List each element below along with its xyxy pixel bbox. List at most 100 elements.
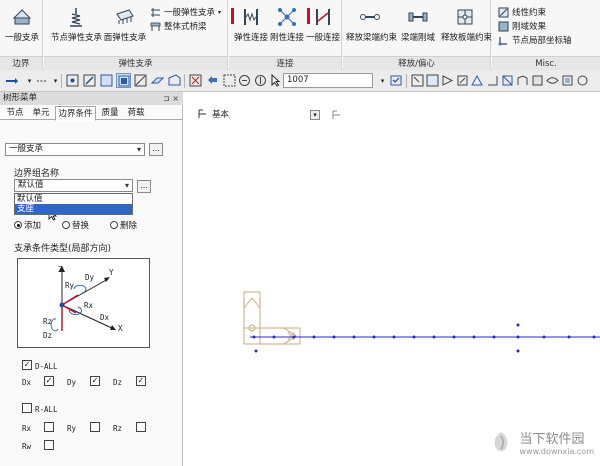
rotate-icon[interactable] [455,73,470,88]
pointer-icon[interactable] [268,73,283,88]
pin-close-icons[interactable]: ⊐ × [163,92,179,105]
rx-checkbox[interactable] [44,422,54,432]
boundary-group-label: 边界组名称 [14,169,60,179]
watermark-text: 当下软件园 [519,431,585,447]
chevron-down-icon[interactable]: ▾ [375,73,390,88]
zoom-box-icon[interactable] [425,73,440,88]
select-poly-icon[interactable] [116,73,131,88]
general-support-button[interactable]: 一般支承 [3,6,41,43]
panel-title-bar: 树形菜单 ⊐ × [0,92,183,105]
group-label-release: 释放/偏心 [343,56,490,70]
node-elastic-support-button[interactable]: 节点弹性支承 [51,6,102,43]
beam-offset-icon [408,12,428,22]
rz-checkbox[interactable] [136,422,146,432]
radio-replace[interactable] [62,221,70,229]
dx-checkbox[interactable]: ✓ [44,376,54,386]
boundary-group-select[interactable]: 默认值 ▾ [14,179,133,192]
rigid-link-button[interactable]: 刚性连接 [269,6,305,43]
r-all-checkbox[interactable] [22,403,32,413]
ribbon-group-misc: 线性约束 刚域效果 节点局部坐标轴 Misc. [492,0,600,70]
radio-delete[interactable] [110,221,118,229]
select-element-icon[interactable] [82,73,97,88]
option-replace[interactable]: 替换 [62,219,89,231]
rw-checkbox[interactable] [44,440,54,450]
node-local-axis-button[interactable]: 节点局部坐标轴 [498,34,572,46]
dx-check-label: Dx [22,378,32,387]
toolbar-separator [406,74,407,88]
linear-constraint-icon [498,7,509,17]
elastic-link-icon [244,9,258,25]
pan-icon[interactable] [440,73,455,88]
tab-element[interactable]: 单元 [29,106,53,120]
radio-add[interactable] [14,221,22,229]
plate-end-release-button[interactable]: 释放板端约束 [441,6,492,43]
beam-end-release-button[interactable]: 释放梁端约束 [346,6,397,43]
ry-checkbox[interactable] [90,422,100,432]
tab-node[interactable]: 节点 [3,106,27,120]
apply-selection-icon[interactable] [389,73,404,88]
option-add[interactable]: 添加 [14,219,41,231]
dropdown-option-bearing[interactable]: 支座 [15,204,132,214]
elastic-link-button[interactable]: 弹性连接 [233,6,269,43]
hidden-view-icon[interactable] [545,73,560,88]
integral-bridge-label: 整体式桥梁 [164,22,207,32]
rz-check-label: Rz [113,424,123,433]
select-previous-icon[interactable] [205,73,220,88]
axis-z-label: Z [58,265,63,274]
watermark: 当下软件园 www.downxia.com [487,430,594,458]
select-intersect-icon[interactable] [133,73,148,88]
support-type-more-button[interactable]: ... [149,143,163,156]
shrink-view-icon[interactable] [575,73,590,88]
beam-release-icon [360,14,380,20]
unselect-icon[interactable] [188,73,203,88]
zoom-window-icon[interactable] [410,73,425,88]
beam-end-offset-button[interactable]: 梁端刚域 [395,6,441,43]
render-view-icon[interactable] [560,73,575,88]
select-plane-icon[interactable] [150,73,165,88]
option-delete-label: 删除 [120,221,138,231]
integral-bridge-button[interactable]: 整体式桥梁 [150,20,207,32]
option-replace-label: 替换 [72,221,90,231]
tab-mass[interactable]: 质量 [98,106,122,120]
node-number-input[interactable]: 1007 [283,73,373,88]
rigid-zone-effect-button[interactable]: 刚域效果 [498,20,546,32]
boundary-group-more-button[interactable]: ... [137,180,151,193]
general-link-icon [316,9,330,25]
dx-label: Dx [100,313,110,322]
tab-boundary[interactable]: 边界条件 [55,106,96,121]
tab-load[interactable]: 荷载 [124,106,148,120]
axis-y-label: Y [109,268,114,277]
support-type-select[interactable]: 一般支承 ▾ [5,143,145,156]
dy-checkbox[interactable]: ✓ [90,376,100,386]
dash-line-icon[interactable] [34,73,49,88]
fit-view-icon[interactable] [470,73,485,88]
select-node-icon[interactable] [65,73,80,88]
side-view-icon[interactable] [515,73,530,88]
dz-label: Dz [43,331,53,340]
general-link-button[interactable]: 一般连接 [305,6,341,43]
general-elastic-support-button[interactable]: 一般弹性支承 ▾ [150,6,221,18]
option-delete[interactable]: 删除 [110,219,137,231]
group-label-boundary: 边界 [0,56,42,70]
iso-view-icon[interactable] [485,73,500,88]
tree-menu-panel: 树形菜单 ⊐ × 节点 单元 边界条件 质量 荷载 一般支承 ▾ ... 边界组… [0,92,183,466]
d-all-checkbox[interactable]: ✓ [22,360,32,370]
rw-check-label: Rw [22,442,32,451]
chevron-down-icon: ▾ [124,181,129,190]
select-all-icon[interactable] [222,73,237,88]
group-label-misc: Misc. [492,56,600,70]
select-by-property-icon[interactable] [253,73,268,88]
select-window-icon[interactable] [99,73,114,88]
linear-constraint-button[interactable]: 线性约束 [498,6,546,18]
select-volume-icon[interactable] [167,73,182,88]
line-style-icon[interactable] [4,73,19,88]
surface-elastic-support-button[interactable]: 面弹性支承 [103,6,147,43]
local-axis-icon [498,36,507,45]
dropdown-option-default[interactable]: 默认值 [15,194,132,204]
dz-checkbox[interactable]: ✓ [136,376,146,386]
front-view-icon[interactable] [500,73,515,88]
top-view-icon[interactable] [530,73,545,88]
ribbon: 一般支承 边界 节点弹性支承 面弹性支承 一般弹性支承 ▾ 整体式桥梁 弹性支承… [0,0,600,70]
select-identity-icon[interactable] [237,73,252,88]
model-canvas[interactable]: 基本 ▾ 当下软件园 www.downxia.com [184,92,600,466]
